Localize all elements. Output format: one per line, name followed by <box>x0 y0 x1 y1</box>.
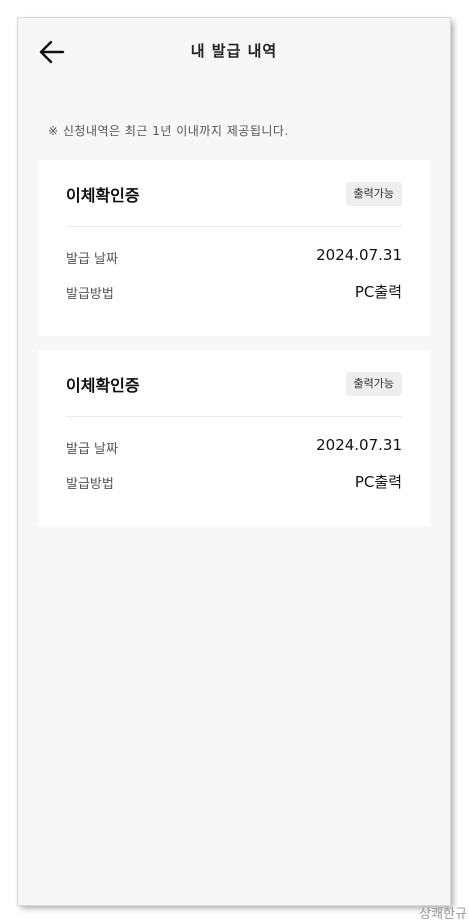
issue-date-value: 2024.07.31 <box>316 246 402 264</box>
issue-date-row: 발급 날짜 2024.07.31 <box>66 436 402 458</box>
printable-badge[interactable]: 출력가능 <box>345 182 402 206</box>
printable-badge[interactable]: 출력가능 <box>345 372 402 396</box>
issue-method-label: 발급방법 <box>66 287 114 302</box>
issue-date-row: 발급 날짜 2024.07.31 <box>66 246 402 268</box>
issue-method-value: PC출력 <box>354 473 402 491</box>
issue-date-value: 2024.07.31 <box>316 436 402 454</box>
phone-screen: 내 발급 내역 ※ 신청내역은 최근 1년 이내까지 제공됩니다. 이체확인증 … <box>18 18 450 905</box>
issue-method-row: 발급방법 PC출력 <box>66 471 402 493</box>
issue-date-label: 발급 날짜 <box>66 442 118 457</box>
issue-method-value: PC출력 <box>354 283 402 301</box>
issue-method-label: 발급방법 <box>66 477 114 492</box>
app-header: 내 발급 내역 <box>18 18 450 84</box>
card-divider <box>66 226 402 227</box>
issue-date-label: 발급 날짜 <box>66 252 118 267</box>
watermark-text: 상쾌한규 <box>419 907 467 922</box>
card-title: 이체확인증 <box>66 186 140 205</box>
issuance-card[interactable]: 이체확인증 출력가능 발급 날짜 2024.07.31 발급방법 PC출력 <box>38 160 430 336</box>
card-title: 이체확인증 <box>66 376 140 395</box>
page-title: 내 발급 내역 <box>190 42 278 60</box>
notice-text: ※ 신청내역은 최근 1년 이내까지 제공됩니다. <box>48 124 289 138</box>
issue-method-row: 발급방법 PC출력 <box>66 281 402 303</box>
card-divider <box>66 416 402 417</box>
issuance-card[interactable]: 이체확인증 출력가능 발급 날짜 2024.07.31 발급방법 PC출력 <box>38 350 430 526</box>
